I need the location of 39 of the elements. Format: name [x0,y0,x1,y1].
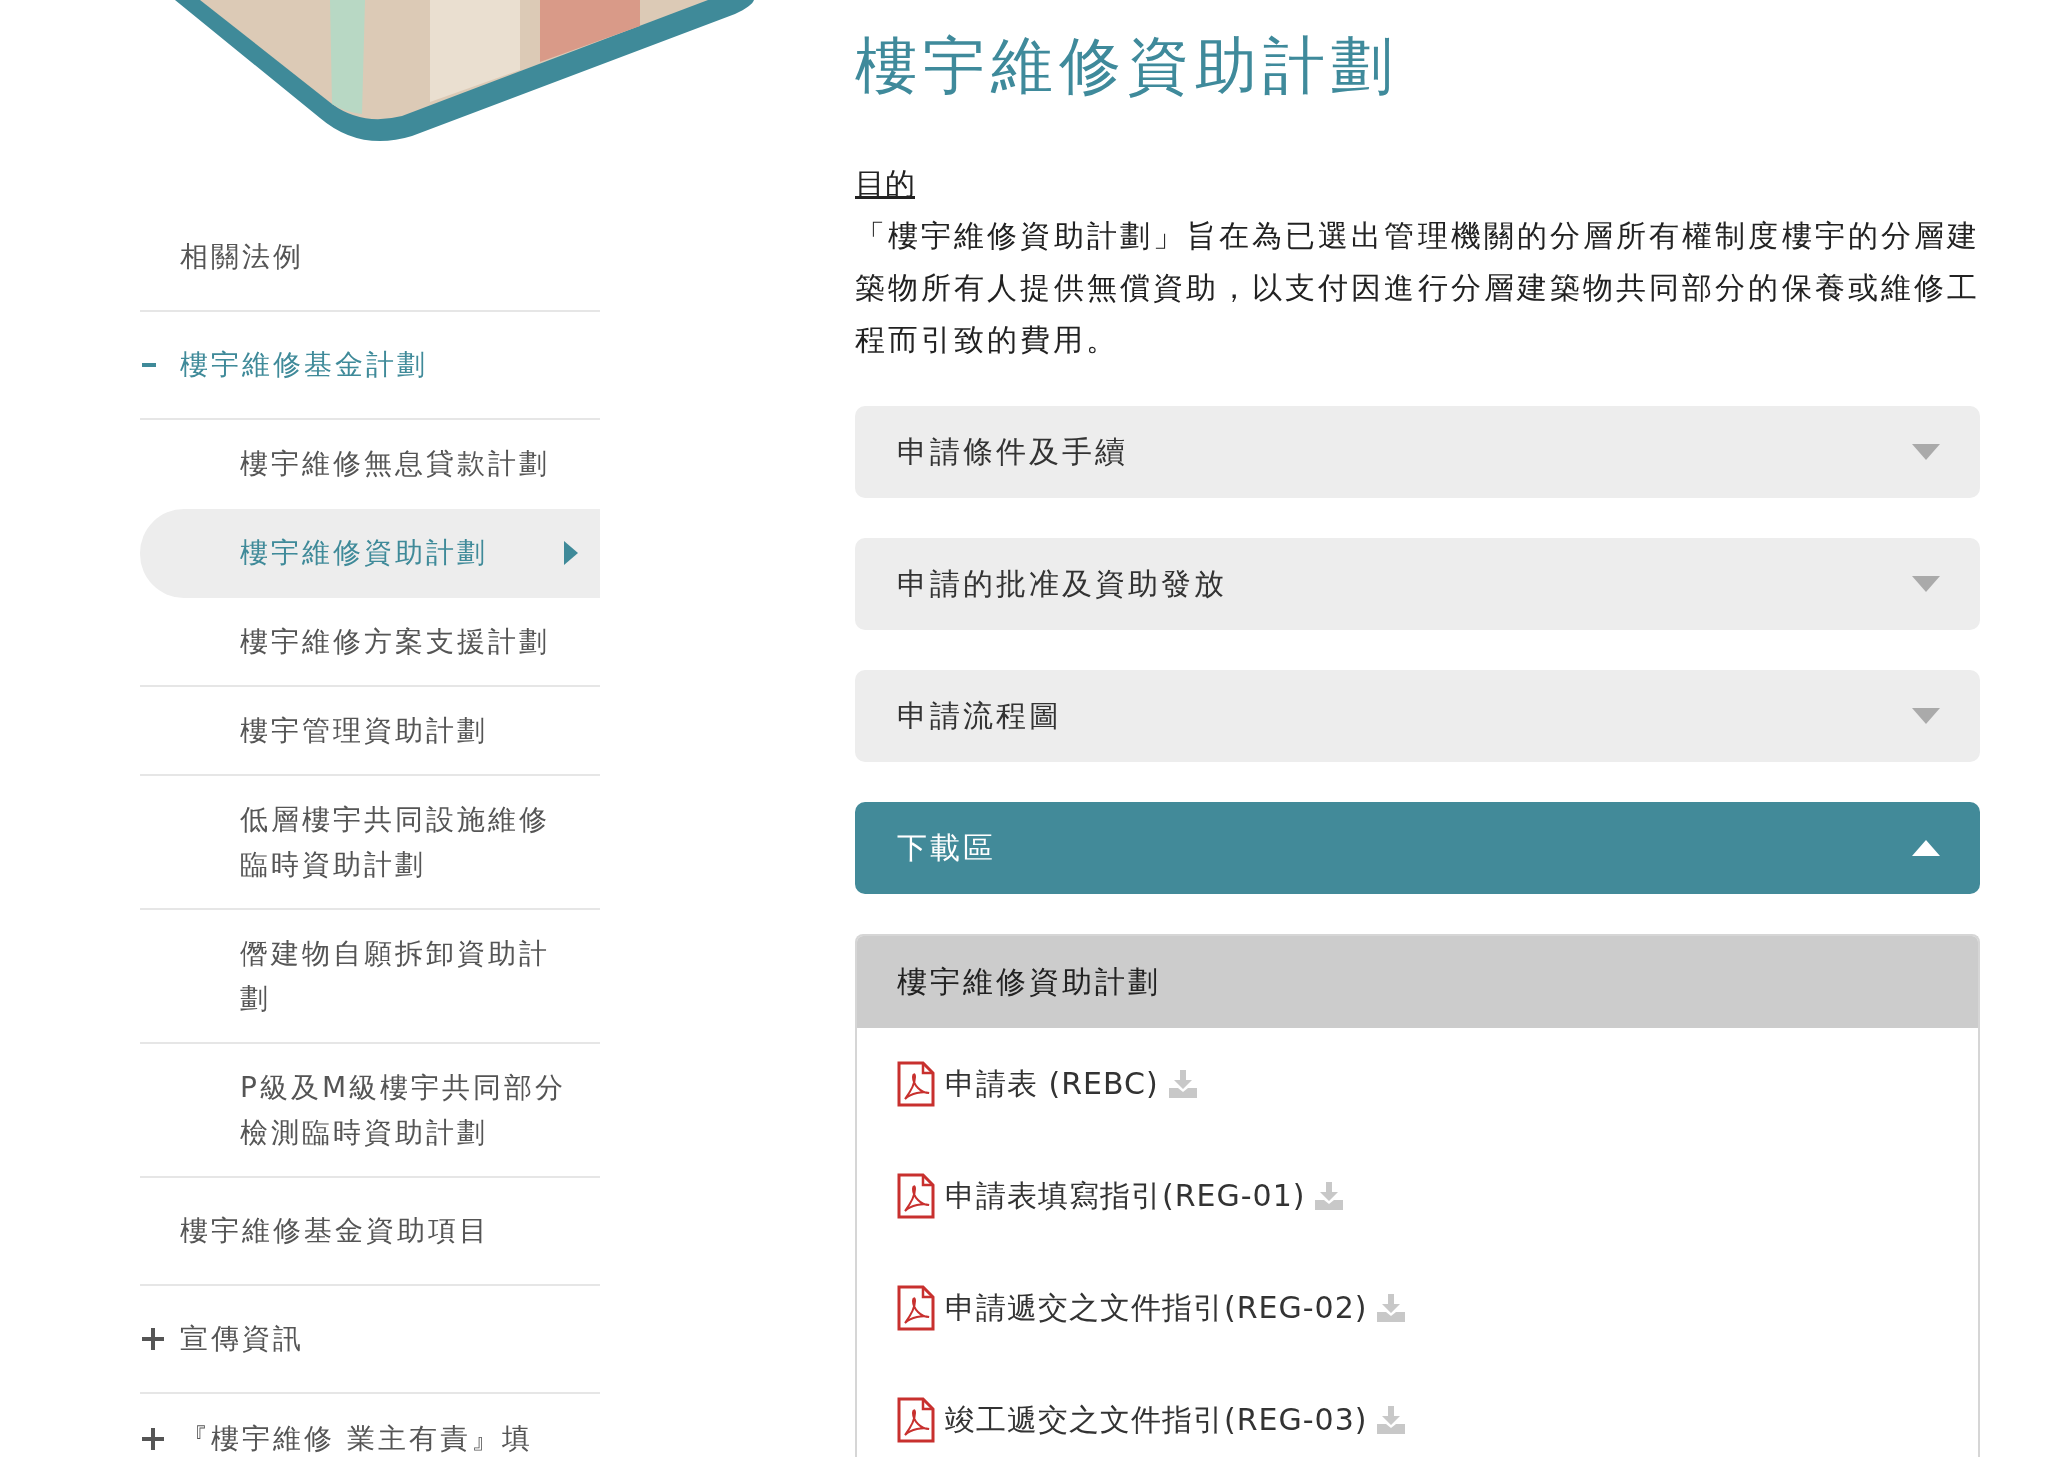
plus-icon[interactable] [142,1328,164,1350]
file-link[interactable]: 申請表 (REBC) [945,1063,1159,1105]
sidebar-subitem[interactable]: 樓宇維修無息貸款計劃 [140,420,600,509]
paragraph: 「樓宇維修資助計劃」旨在為已選出管理機關的分層所有權制度樓宇的分層建築物所有人提供無償資助，以支付因進行分層建築物共同部分的保養或維修工程而引致的費用。 [855,217,1980,359]
sidebar-subitem[interactable]: 僭建物自願拆卸資助計劃 [140,910,600,1044]
section-heading: 目的 [855,165,915,203]
sidebar-item[interactable]: 樓宇維修基金計劃 [180,344,428,386]
pdf-file-icon [897,1173,935,1219]
caret-down-icon [1912,444,1940,460]
download-icon[interactable] [1377,1294,1406,1322]
accordion-header[interactable]: 申請流程圖 [855,670,1980,762]
caret-down-icon [1912,708,1940,724]
file-link[interactable]: 申請表填寫指引(REG-01) [945,1175,1306,1217]
minus-icon[interactable] [142,363,156,367]
plus-icon[interactable] [142,1428,164,1450]
accordion-header[interactable]: 申請條件及手續 [855,406,1980,498]
sidebar-subitem[interactable]: 低層樓宇共同設施維修臨時資助計劃 [140,776,600,910]
page-title: 樓宇維修資助計劃 [855,28,1400,104]
download-panel-header: 樓宇維修資助計劃 [857,936,1978,1028]
download-icon[interactable] [1168,1070,1197,1098]
download-icon[interactable] [1377,1406,1406,1434]
caret-icon [564,540,578,565]
pdf-file-icon [897,1285,935,1331]
caret-up-icon [1912,840,1940,856]
sidebar-subitem[interactable]: 樓宇管理資助計劃 [140,687,600,776]
sidebar-item[interactable]: 宣傳資訊 [180,1318,304,1360]
accordion-header[interactable]: 申請的批准及資助發放 [855,538,1980,630]
pdf-file-icon [897,1061,935,1107]
caret-down-icon [1912,576,1940,592]
file-link[interactable]: 竣工遞交之文件指引(REG-03) [945,1399,1368,1441]
pdf-file-icon [897,1397,935,1443]
accordion-header[interactable]: 下載區 [855,802,1980,894]
download-icon[interactable] [1315,1182,1344,1210]
file-link[interactable]: 申請遞交之文件指引(REG-02) [945,1287,1368,1329]
sidebar-item[interactable]: 『樓宇維修 業主有責』填 [180,1418,533,1457]
sidebar-subitem[interactable]: P級及M級樓宇共同部分檢測臨時資助計劃 [140,1044,600,1176]
sidebar-subitem[interactable]: 樓宇維修方案支援計劃 [140,598,600,687]
sidebar-item[interactable]: 樓宇維修基金資助項目 [180,1210,490,1252]
sidebar-item[interactable]: 相關法例 [180,236,304,278]
